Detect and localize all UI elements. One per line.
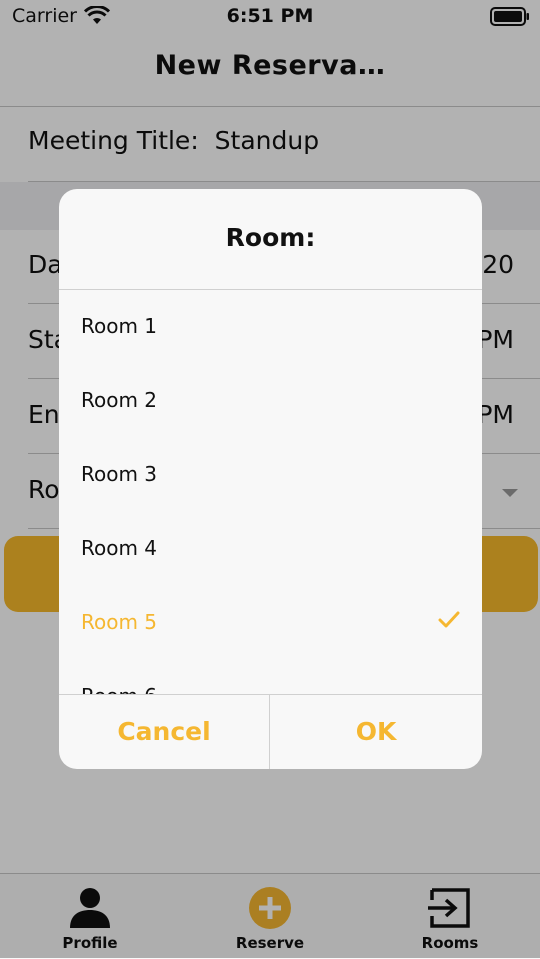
room-option-label: Room 2 bbox=[81, 388, 158, 412]
room-option-selected[interactable]: Room 5 bbox=[59, 586, 482, 660]
picker-title: Room: bbox=[225, 223, 316, 252]
room-option[interactable]: Room 1 bbox=[59, 290, 482, 364]
cancel-button[interactable]: Cancel bbox=[59, 695, 269, 769]
room-options-list[interactable]: Room 1 Room 2 Room 3 Room 4 Room 5 Room … bbox=[59, 290, 482, 694]
room-option[interactable]: Room 2 bbox=[59, 364, 482, 438]
room-option-label: Room 5 bbox=[81, 610, 158, 634]
room-option[interactable]: Room 6 bbox=[59, 660, 482, 694]
room-option[interactable]: Room 4 bbox=[59, 512, 482, 586]
ok-button[interactable]: OK bbox=[270, 695, 482, 769]
room-option-label: Room 3 bbox=[81, 462, 158, 486]
room-option-label: Room 6 bbox=[81, 684, 157, 694]
checkmark-icon bbox=[438, 610, 460, 634]
room-option-label: Room 4 bbox=[81, 536, 158, 560]
room-option-label: Room 1 bbox=[81, 314, 158, 338]
room-option[interactable]: Room 3 bbox=[59, 438, 482, 512]
room-picker-dialog: Room: Room 1 Room 2 Room 3 Room 4 Room 5… bbox=[59, 189, 482, 769]
